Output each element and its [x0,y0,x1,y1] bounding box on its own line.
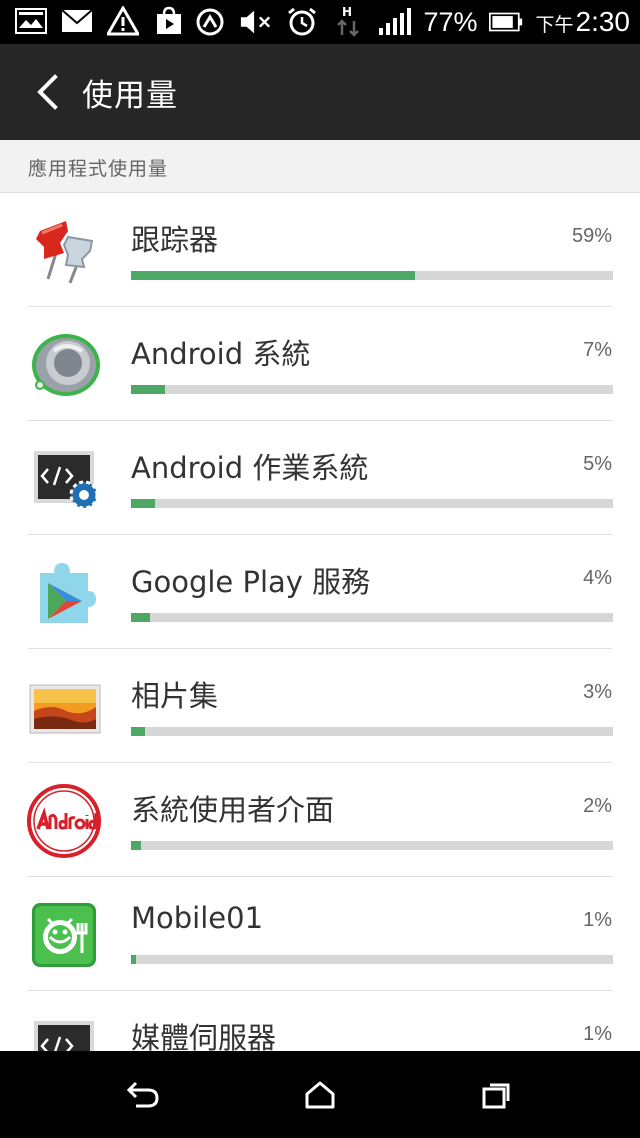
section-header: 應用程式使用量 [0,140,640,193]
app-name: 跟踪器 [131,223,219,257]
android-system-icon [26,327,102,403]
android-logo-icon [26,783,102,859]
list-item[interactable]: Mobile01 1% [0,877,640,991]
chevron-left-icon [37,74,58,110]
pushpin-icon [26,213,102,289]
app-name: Google Play 服務 [131,565,371,599]
usage-bar-fill [131,499,156,508]
usage-bar-fill [131,841,141,850]
mobile01-icon [26,897,102,973]
usage-bar-fill [131,613,151,622]
usage-percent: 1% [583,909,612,931]
list-item[interactable]: 相片集 3% [0,649,640,763]
nav-recent-apps-button[interactable] [471,1069,523,1121]
section-title: 應用程式使用量 [28,158,169,180]
usage-percent: 4% [583,567,612,589]
usage-percent: 3% [583,681,612,703]
usage-percent: 59% [571,225,612,247]
usage-percent: 5% [583,453,612,475]
signal-icon [377,7,412,37]
code-gear-icon [26,1011,102,1051]
usage-bar [131,955,613,964]
usage-bar-fill [131,955,136,964]
usage-bar [131,613,613,622]
nav-home-button[interactable] [294,1069,346,1121]
app-name: 系統使用者介面 [131,793,335,827]
usage-bar-fill [131,727,146,736]
gallery-icon [14,6,48,36]
back-icon [126,1081,159,1108]
usage-percent: 1% [583,1023,612,1045]
list-item[interactable]: 系統使用者介面 2% [0,763,640,877]
usage-bar [131,499,613,508]
usage-bar [131,271,613,280]
clock: 下午2:30 [535,6,630,37]
code-gear-icon [26,441,102,517]
app-name: 相片集 [131,679,219,713]
mute-icon [239,7,273,37]
home-icon [305,1081,335,1109]
list-item[interactable]: 媒體伺服器 1% [0,991,640,1051]
usage-bar [131,841,613,850]
usage-percent: 2% [583,795,612,817]
list-item[interactable]: Android 系統 7% [0,307,640,421]
play-store-icon [152,6,186,36]
mail-icon [60,6,94,36]
battery-percent: 77% [423,6,478,37]
navigation-bar [0,1051,640,1138]
app-name: Android 作業系統 [131,451,369,485]
action-bar: 使用量 [0,44,640,140]
app-name: 媒體伺服器 [131,1021,277,1051]
list-item[interactable]: 跟踪器 59% [0,193,640,307]
list-item[interactable]: Google Play 服務 4% [0,535,640,649]
status-bar: H 77% 下午2:30 [0,0,640,44]
data-transfer-icon: H [331,5,365,37]
recent-apps-icon [482,1083,510,1109]
back-button[interactable] [22,66,74,118]
usage-bar-fill [131,385,165,394]
nav-back-button[interactable] [117,1069,169,1121]
usage-bar-fill [131,271,416,280]
app-usage-list: 跟踪器 59% Android 系統 7% Android 作業系統 5% Go… [0,193,640,1051]
nfc-icon [193,7,227,37]
gallery-app-icon [26,669,102,745]
page-title: 使用量 [82,78,178,114]
usage-percent: 7% [583,339,612,361]
usage-bar [131,385,613,394]
usage-bar [131,727,613,736]
app-name: Mobile01 [131,901,264,935]
battery-icon [489,7,523,37]
svg-text:H: H [342,5,352,19]
app-name: Android 系統 [131,337,311,371]
google-play-services-icon [26,555,102,631]
warning-icon [106,6,140,36]
alarm-icon [285,7,319,37]
list-item[interactable]: Android 作業系統 5% [0,421,640,535]
